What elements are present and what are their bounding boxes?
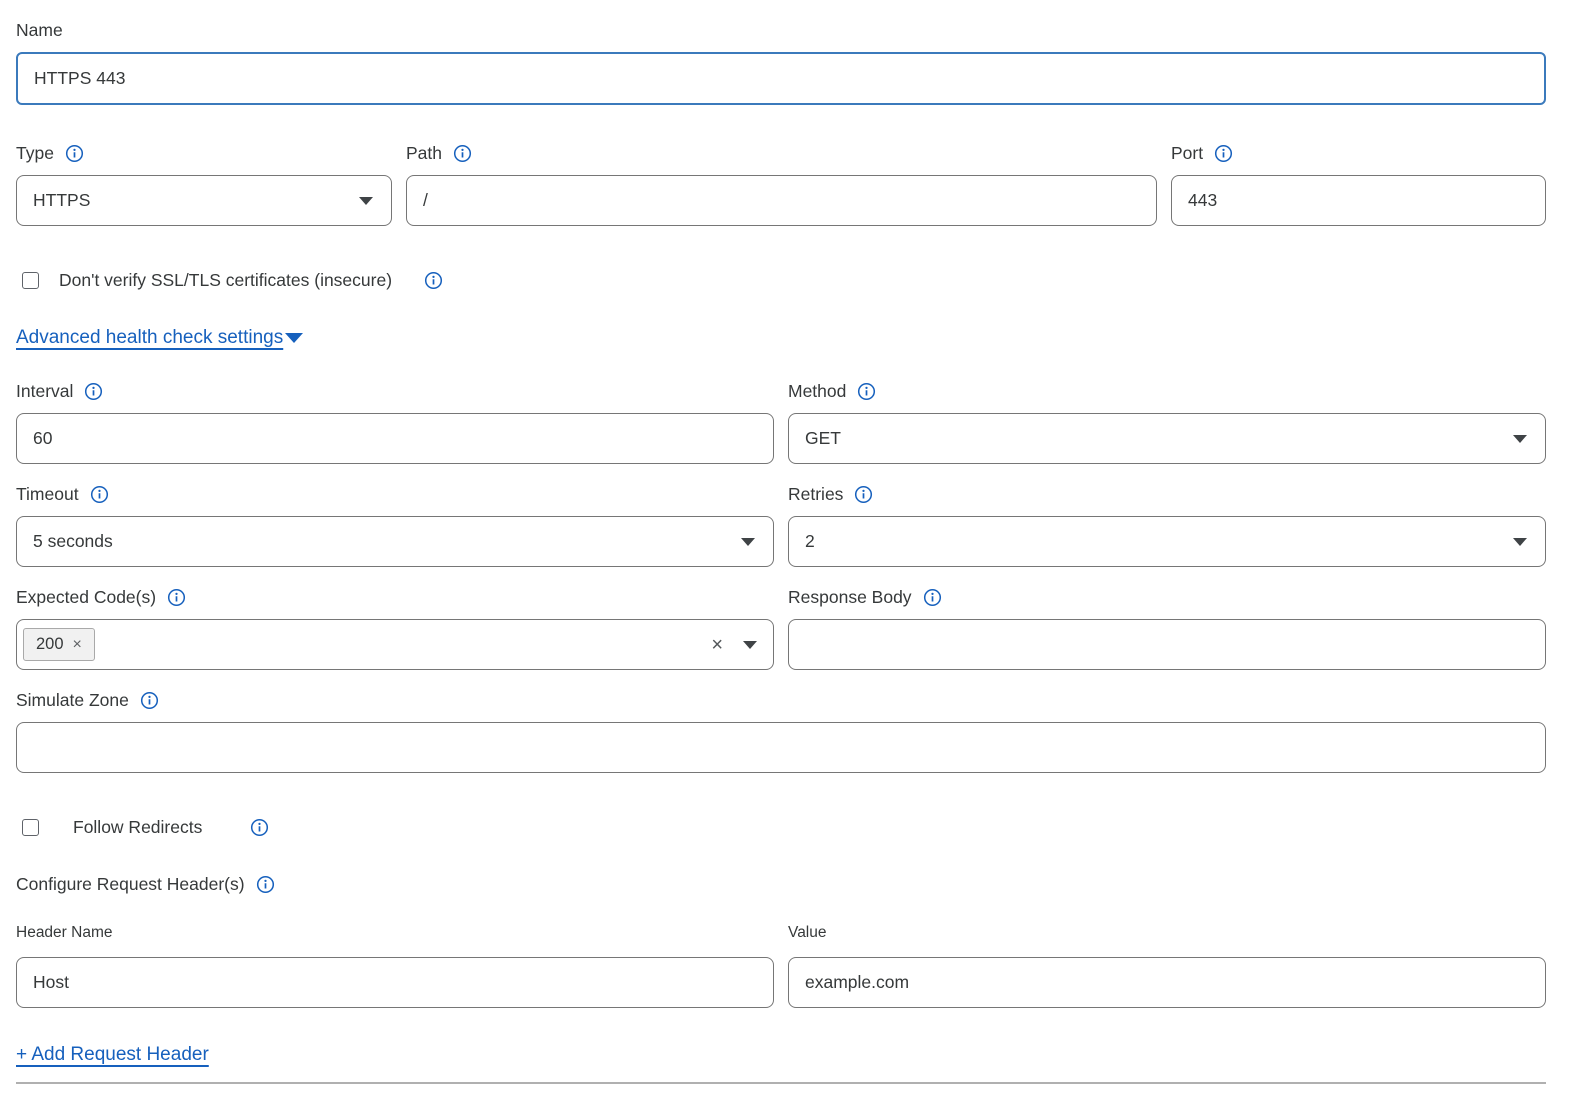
type-select[interactable]: HTTPS (16, 175, 392, 226)
type-label: Type (16, 141, 54, 165)
port-info-icon[interactable] (1214, 144, 1233, 163)
simulate-zone-input[interactable] (16, 722, 1546, 773)
ssl-verify-row: Don't verify SSL/TLS certificates (insec… (16, 270, 1546, 291)
ssl-verify-checkbox[interactable] (22, 272, 39, 289)
header-value-field: Value (788, 922, 1546, 1008)
request-headers-info-icon[interactable] (256, 875, 275, 894)
response-body-info-icon[interactable] (923, 588, 942, 607)
type-info-icon[interactable] (65, 144, 84, 163)
ssl-verify-info-icon[interactable] (424, 271, 443, 290)
name-label: Name (16, 18, 63, 42)
caret-down-icon (285, 333, 303, 343)
expected-codes-multiselect[interactable]: 200 × × (16, 619, 774, 670)
chevron-down-icon[interactable] (743, 641, 757, 649)
response-body-input[interactable] (788, 619, 1546, 670)
follow-redirects-info-icon[interactable] (250, 818, 269, 837)
expected-code-tag-value: 200 (36, 635, 64, 654)
type-field: Type HTTPS (16, 141, 392, 226)
expected-codes-info-icon[interactable] (167, 588, 186, 607)
type-select-value: HTTPS (33, 190, 90, 211)
expected-codes-field: Expected Code(s) 200 × × (16, 585, 774, 670)
method-select[interactable]: GET (788, 413, 1546, 464)
timeout-field: Timeout 5 seconds (16, 482, 774, 567)
method-field: Method GET (788, 379, 1546, 464)
method-info-icon[interactable] (857, 382, 876, 401)
path-field: Path (406, 141, 1157, 226)
clear-all-icon[interactable]: × (711, 635, 723, 655)
method-label: Method (788, 379, 846, 403)
request-header-row: Header Name Value (16, 922, 1546, 1008)
retries-field: Retries 2 (788, 482, 1546, 567)
path-input[interactable] (406, 175, 1157, 226)
chevron-down-icon (1513, 538, 1527, 546)
method-select-value: GET (805, 428, 841, 449)
simulate-zone-info-icon[interactable] (140, 691, 159, 710)
advanced-settings-grid: Interval Method GET Timeout (16, 379, 1546, 670)
retries-info-icon[interactable] (854, 485, 873, 504)
advanced-settings-link[interactable]: Advanced health check settings (16, 327, 303, 349)
interval-label: Interval (16, 379, 73, 403)
timeout-select[interactable]: 5 seconds (16, 516, 774, 567)
interval-info-icon[interactable] (84, 382, 103, 401)
retries-label: Retries (788, 482, 843, 506)
retries-select-value: 2 (805, 531, 815, 552)
advanced-settings-link-label: Advanced health check settings (16, 327, 283, 349)
response-body-field: Response Body (788, 585, 1546, 670)
chevron-down-icon (359, 197, 373, 205)
add-request-header-label: + Add Request Header (16, 1044, 209, 1066)
expected-code-tag: 200 × (23, 628, 95, 661)
header-name-field: Header Name (16, 922, 774, 1008)
interval-field: Interval (16, 379, 774, 464)
health-check-form: Name Type HTTPS Path (0, 0, 1570, 1084)
section-divider (16, 1082, 1546, 1084)
request-headers-section: Configure Request Header(s) (16, 872, 1546, 896)
add-request-header-link[interactable]: + Add Request Header (16, 1044, 209, 1066)
header-value-column-label: Value (788, 921, 827, 945)
header-name-input[interactable] (16, 957, 774, 1008)
follow-redirects-checkbox[interactable] (22, 819, 39, 836)
follow-redirects-row: Follow Redirects (16, 817, 1546, 838)
ssl-verify-label: Don't verify SSL/TLS certificates (insec… (59, 270, 392, 291)
simulate-zone-label: Simulate Zone (16, 688, 129, 712)
timeout-info-icon[interactable] (90, 485, 109, 504)
type-path-port-row: Type HTTPS Path Port (16, 141, 1546, 226)
timeout-select-value: 5 seconds (33, 531, 113, 552)
retries-select[interactable]: 2 (788, 516, 1546, 567)
expected-codes-label: Expected Code(s) (16, 585, 156, 609)
chevron-down-icon (1513, 435, 1527, 443)
interval-input[interactable] (16, 413, 774, 464)
remove-tag-icon[interactable]: × (73, 637, 82, 653)
follow-redirects-label: Follow Redirects (73, 817, 202, 838)
response-body-label: Response Body (788, 585, 912, 609)
port-field: Port (1171, 141, 1546, 226)
path-label: Path (406, 141, 442, 165)
timeout-label: Timeout (16, 482, 79, 506)
header-name-column-label: Header Name (16, 921, 113, 945)
port-label: Port (1171, 141, 1203, 165)
request-headers-section-label: Configure Request Header(s) (16, 872, 245, 896)
path-info-icon[interactable] (453, 144, 472, 163)
name-field: Name (16, 18, 1546, 105)
simulate-zone-field: Simulate Zone (16, 688, 1546, 773)
header-value-input[interactable] (788, 957, 1546, 1008)
port-input[interactable] (1171, 175, 1546, 226)
chevron-down-icon (741, 538, 755, 546)
name-input[interactable] (16, 52, 1546, 105)
